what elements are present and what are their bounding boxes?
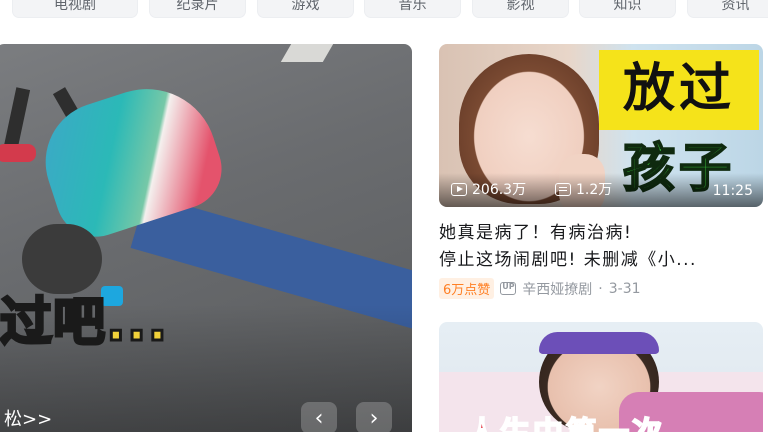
meta-separator: · [598, 280, 603, 297]
uploader-icon [500, 282, 517, 295]
view-count-text: 206.3万 [472, 182, 527, 198]
category-tab[interactable]: 音乐 [364, 0, 461, 18]
danmaku-count: 1.2万 [555, 179, 612, 199]
hero-caption[interactable]: 松>> [4, 405, 52, 431]
hero-overlay-text: 过吧... [0, 292, 169, 355]
author-name[interactable]: 辛西娅撩剧 [522, 279, 592, 299]
thumbnail-headband [539, 332, 659, 354]
carousel-prev-button[interactable]: ‹ [301, 402, 337, 432]
thumbnail-text: 放过 [622, 59, 735, 119]
category-tab[interactable]: 影视 [472, 0, 569, 18]
like-badge: 6万点赞 [439, 278, 495, 299]
view-count: 206.3万 [451, 179, 526, 199]
video-title-line: 停止这场闹剧吧! 未删减《小... [439, 250, 697, 270]
danmaku-icon [555, 182, 571, 196]
category-tabs: 电视剧 纪录片 游戏 音乐 影视 知识 资讯 [0, 0, 768, 18]
chevron-right-icon: › [369, 405, 379, 431]
danmaku-count-text: 1.2万 [576, 182, 613, 198]
category-tab[interactable]: 游戏 [257, 0, 354, 18]
video-feed-page: 电视剧 纪录片 游戏 音乐 影视 知识 资讯 过吧... 松>> ‹ › 放过 … [0, 0, 768, 432]
video-title-line: 她真是病了！有病治病! [439, 223, 633, 243]
runner-shoe [0, 144, 36, 162]
category-tab[interactable]: 资讯 [687, 0, 768, 18]
chevron-left-icon: ‹ [314, 405, 324, 431]
video-title[interactable]: 她真是病了！有病治病! 停止这场闹剧吧! 未删减《小... [439, 220, 763, 274]
carousel-next-button[interactable]: › [356, 402, 392, 432]
publish-date: 3-31 [608, 280, 641, 297]
video-thumbnail[interactable]: 放过 孩子 206.3万 1.2万 11:25 [439, 44, 763, 207]
video-meta: 6万点赞 辛西娅撩剧 · 3-31 [439, 278, 641, 299]
runner-leg [3, 87, 31, 149]
thumbnail-caption: 人生中第一次 [466, 408, 665, 432]
road-marking [280, 44, 334, 62]
hero-carousel[interactable]: 过吧... [0, 44, 412, 432]
category-tab[interactable]: 纪录片 [149, 0, 246, 18]
category-tab[interactable]: 电视剧 [12, 0, 138, 18]
thumbnail-title-block: 放过 [599, 50, 759, 130]
category-tab[interactable]: 知识 [579, 0, 676, 18]
video-thumbnail[interactable]: 人生中第一次 [439, 322, 763, 432]
video-duration: 11:25 [712, 183, 753, 199]
play-count-icon [451, 182, 467, 196]
